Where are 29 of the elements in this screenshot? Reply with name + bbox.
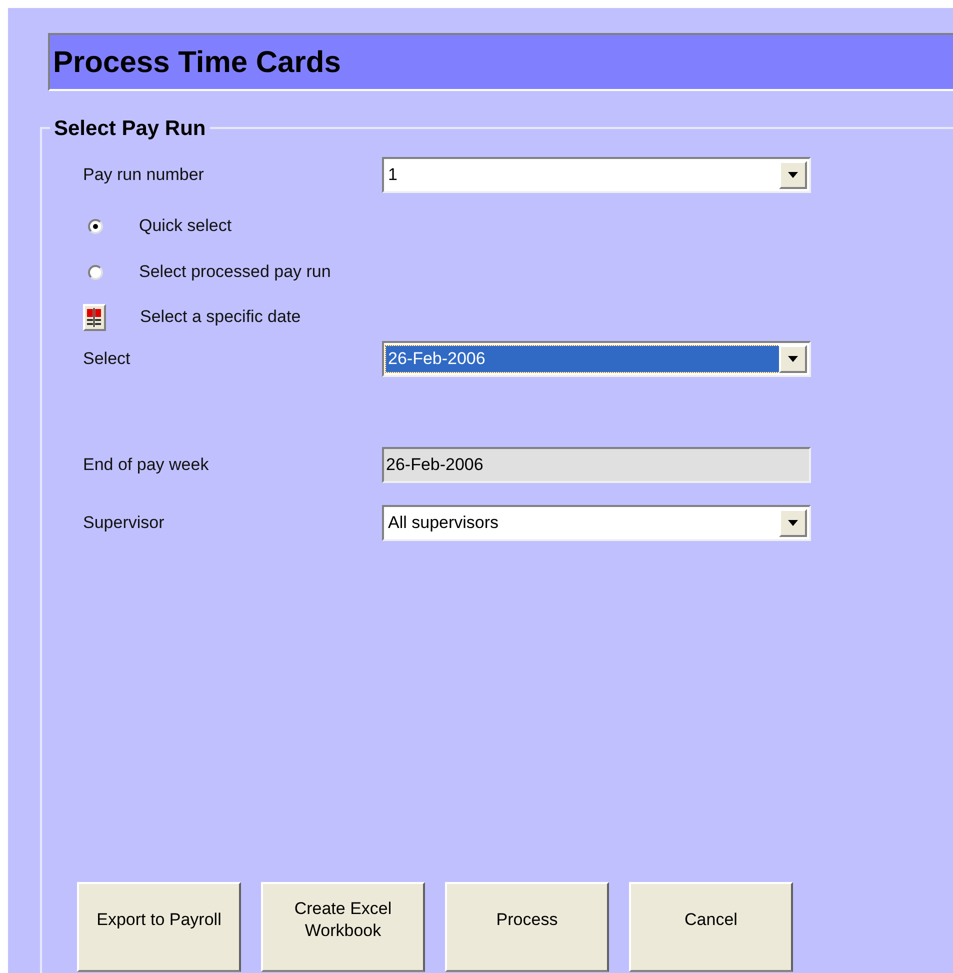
field-label: Select [83, 348, 132, 370]
action-button[interactable]: Export to Payroll [77, 882, 241, 972]
field-value: 26-Feb-2006 [386, 346, 779, 372]
field-value: 1 [387, 164, 398, 186]
caret-icon [788, 172, 798, 178]
radio-button[interactable] [88, 218, 103, 234]
action-button[interactable]: Process [445, 882, 609, 972]
radio-label: Quick select [139, 215, 232, 238]
dropdown-button[interactable] [779, 509, 807, 537]
dropdown-button[interactable] [779, 345, 807, 373]
action-button[interactable]: Create Excel Workbook [261, 882, 425, 972]
action-button[interactable]: Cancel [629, 882, 793, 972]
calendar-label: Select a specific date [140, 306, 301, 328]
readonly-field: 26-Feb-2006 [382, 447, 811, 483]
dropdown-field[interactable]: All supervisors [382, 505, 811, 541]
field-value: All supervisors [387, 512, 500, 534]
calendar-button[interactable] [83, 304, 106, 330]
form-title: Process Time Cards [48, 33, 953, 91]
field-label: End of pay week [83, 454, 210, 476]
calendar-icon [86, 308, 103, 326]
radio-label: Select processed pay run [139, 261, 331, 284]
dropdown-button[interactable] [779, 161, 807, 189]
field-label: Supervisor [83, 512, 166, 534]
radio-button[interactable] [88, 264, 103, 280]
dropdown-field[interactable]: 26-Feb-2006 [382, 341, 811, 377]
pay-run-dropdown[interactable]: 1 [382, 157, 811, 193]
field-label: Pay run number [83, 164, 205, 186]
caret-icon [788, 520, 798, 526]
caret-icon [788, 356, 798, 362]
